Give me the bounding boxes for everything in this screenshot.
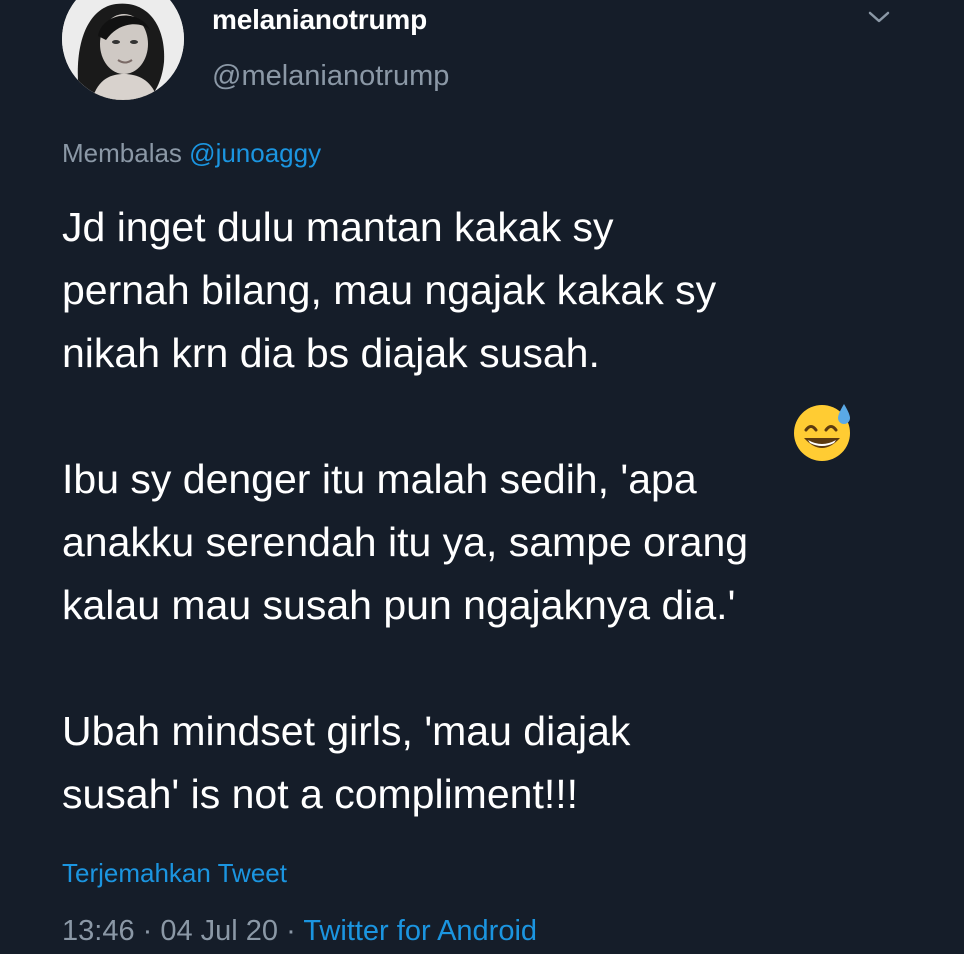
tweet-time[interactable]: 13:46 — [62, 915, 135, 947]
reply-context: Membalas @junoaggy — [62, 138, 321, 169]
tweet-card: melanianotrump @melanianotrump Membalas … — [0, 0, 964, 954]
reply-prefix: Membalas — [62, 138, 182, 168]
tweet-date[interactable]: 04 Jul 20 — [160, 915, 278, 947]
meta-separator: · — [134, 915, 161, 947]
tweet-line: nikah krn dia bs diajak susah. — [62, 330, 600, 376]
chevron-down-icon[interactable] — [866, 6, 892, 28]
tweet-line: pernah bilang, mau ngajak kakak sy — [62, 267, 717, 313]
avatar[interactable] — [62, 0, 184, 100]
reply-mention-link[interactable]: @junoaggy — [189, 138, 321, 168]
tweet-line: Jd inget dulu mantan kakak sy — [62, 204, 614, 250]
tweet-line: susah' is not a compliment!!! — [62, 771, 579, 817]
translate-tweet-link[interactable]: Terjemahkan Tweet — [62, 858, 287, 889]
profile-photo-icon — [62, 0, 184, 100]
tweet-line: anakku serendah itu ya, sampe orang — [62, 519, 749, 565]
tweet-source-link[interactable]: Twitter for Android — [303, 915, 537, 947]
tweet-meta: 13:46 · 04 Jul 20 · Twitter for Android — [62, 915, 537, 948]
display-name[interactable]: melanianotrump — [212, 4, 427, 36]
tweet-line: Ubah mindset girls, 'mau diajak — [62, 708, 631, 754]
user-handle[interactable]: @melanianotrump — [212, 60, 449, 93]
smiling-face-with-sweat-emoji-icon — [794, 404, 850, 461]
tweet-line: kalau mau susah pun ngajaknya dia.' — [62, 582, 736, 628]
meta-separator: · — [278, 915, 304, 947]
tweet-text: Jd inget dulu mantan kakak sy pernah bil… — [62, 196, 922, 826]
